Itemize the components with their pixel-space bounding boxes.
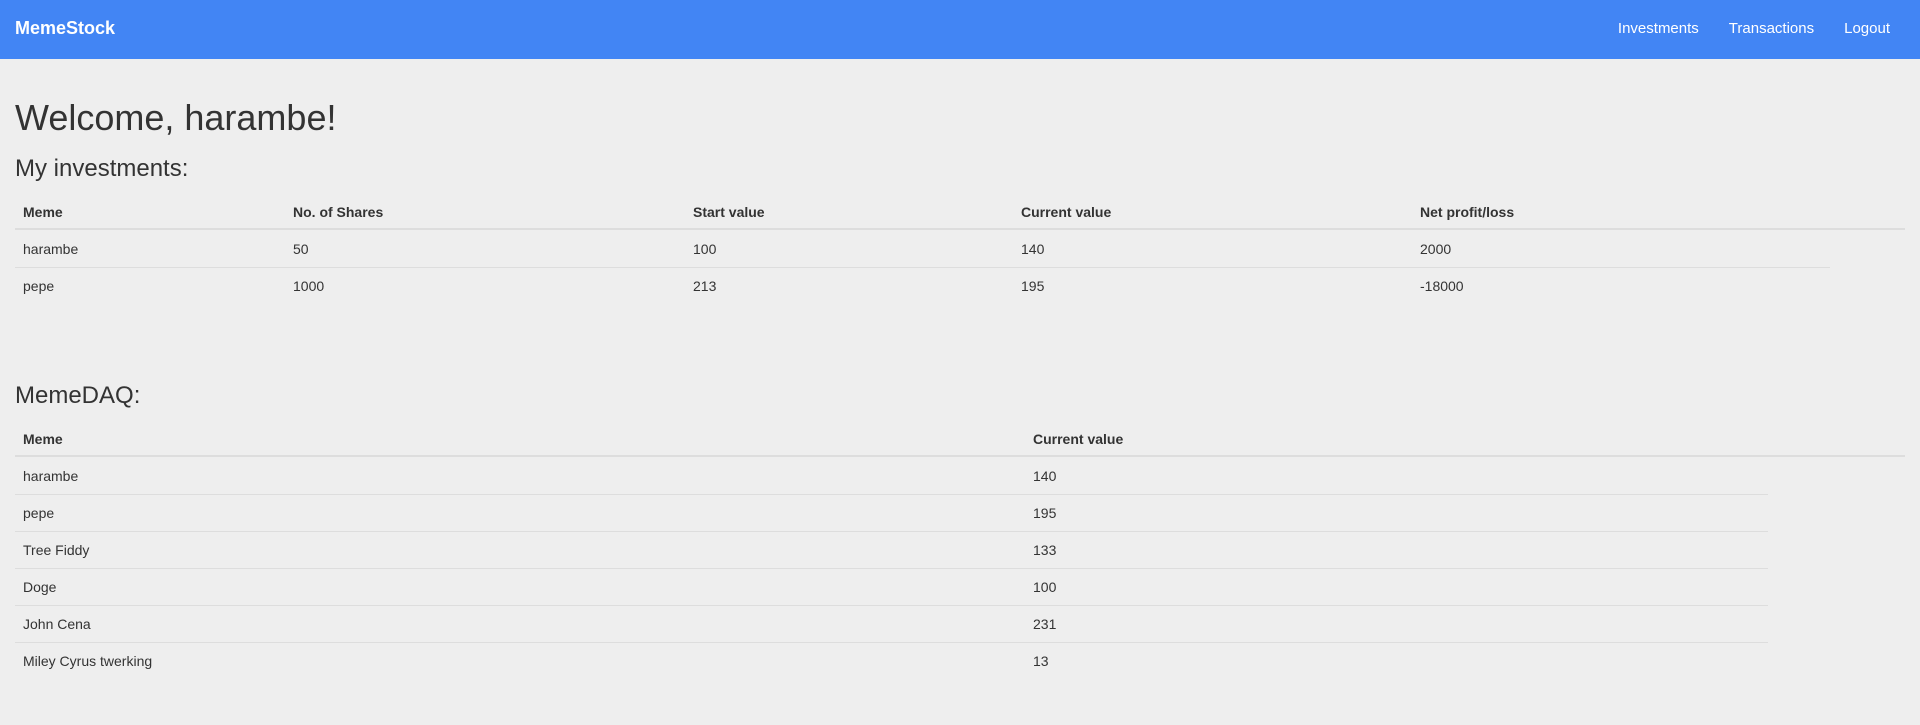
brand-link[interactable]: MemeStock bbox=[15, 18, 115, 39]
welcome-heading: Welcome, harambe! bbox=[15, 97, 337, 138]
column-header: Meme bbox=[23, 204, 63, 220]
table-cell: 195 bbox=[1021, 278, 1045, 294]
table-cell: Doge bbox=[23, 579, 57, 595]
table-cell: 195 bbox=[1033, 505, 1057, 521]
table-cell: 133 bbox=[1033, 542, 1057, 558]
table-row: pepe 1000 213 195 -18000 bbox=[15, 267, 1905, 304]
table-row: harambe 140 bbox=[15, 457, 1905, 495]
column-header: Current value bbox=[1033, 431, 1124, 447]
table-cell: 140 bbox=[1033, 468, 1057, 484]
column-header: Current value bbox=[1021, 204, 1112, 220]
table-row: harambe 50 100 140 2000 bbox=[15, 230, 1905, 268]
column-header: No. of Shares bbox=[293, 204, 384, 220]
table-row: pepe 195 bbox=[15, 494, 1905, 532]
table-row: John Cena 231 bbox=[15, 605, 1905, 643]
investments-table: Meme No. of Shares Start value Current v… bbox=[15, 193, 1905, 304]
memedaq-title: MemeDAQ: bbox=[15, 382, 141, 409]
table-cell: 13 bbox=[1033, 653, 1049, 669]
column-header: Net profit/loss bbox=[1420, 204, 1515, 220]
table-cell: 2000 bbox=[1420, 241, 1452, 257]
table-row: Miley Cyrus twerking 13 bbox=[15, 642, 1905, 679]
table-row: Doge 100 bbox=[15, 568, 1905, 606]
table-cell: Tree Fiddy bbox=[23, 542, 90, 558]
investments-title: My investments: bbox=[15, 155, 189, 182]
nav-link-logout[interactable]: Logout bbox=[1844, 20, 1890, 37]
column-header: Start value bbox=[693, 204, 765, 220]
table-cell: John Cena bbox=[23, 616, 91, 632]
table-row: Tree Fiddy 133 bbox=[15, 531, 1905, 569]
table-cell: 140 bbox=[1021, 241, 1045, 257]
table-cell: harambe bbox=[23, 468, 79, 484]
nav-link-investments[interactable]: Investments bbox=[1618, 20, 1699, 37]
navbar: MemeStock Investments Transactions Logou… bbox=[0, 0, 1920, 59]
table-header-row: Meme Current value bbox=[15, 420, 1905, 457]
column-header: Meme bbox=[23, 431, 63, 447]
nav-links: Investments Transactions Logout bbox=[1618, 20, 1890, 37]
table-cell: 100 bbox=[693, 241, 717, 257]
memedaq-table: Meme Current value harambe 140 pepe 195 … bbox=[15, 420, 1905, 679]
table-cell: harambe bbox=[23, 241, 79, 257]
table-cell: 231 bbox=[1033, 616, 1057, 632]
table-cell: Miley Cyrus twerking bbox=[23, 653, 153, 669]
nav-link-transactions[interactable]: Transactions bbox=[1729, 20, 1814, 37]
table-cell: -18000 bbox=[1420, 278, 1464, 294]
table-cell: 213 bbox=[693, 278, 717, 294]
table-header-row: Meme No. of Shares Start value Current v… bbox=[15, 193, 1905, 230]
table-cell: pepe bbox=[23, 278, 55, 294]
table-cell: pepe bbox=[23, 505, 55, 521]
table-cell: 1000 bbox=[293, 278, 325, 294]
table-cell: 100 bbox=[1033, 579, 1057, 595]
table-cell: 50 bbox=[293, 241, 309, 257]
